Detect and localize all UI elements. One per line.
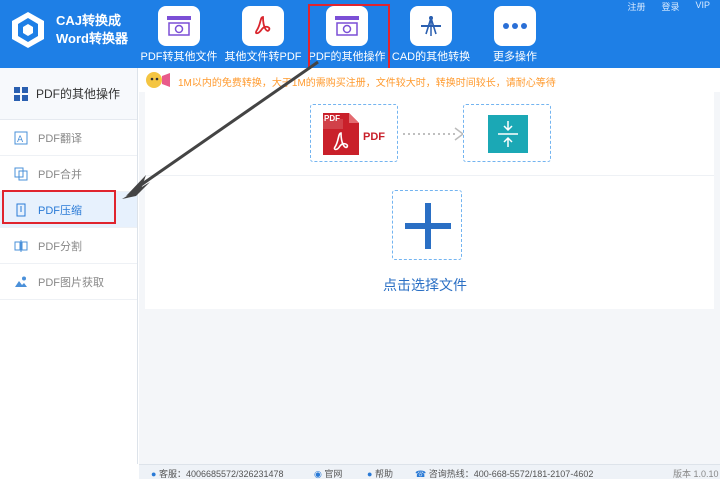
app-title: CAJ转换成 Word转换器 [56, 12, 128, 48]
sidebar-item-split[interactable]: PDF分割 [0, 228, 137, 264]
sidebar-item-image-extract[interactable]: PDF图片获取 [0, 264, 137, 300]
select-file-label[interactable]: 点击选择文件 [383, 275, 467, 295]
help-text: 帮助 [374, 469, 393, 479]
sidebar-item-label: PDF合并 [38, 168, 82, 181]
operation-panel: PDF PDF 点击选择文件 [145, 92, 714, 309]
compress-icon [488, 115, 528, 153]
app-logo-icon [12, 12, 44, 48]
sidebar: PDF的其他操作 A PDF翻译 PDF合并 PDF压缩 PDF分割 PDF图片… [0, 68, 138, 464]
app-title-line1: CAJ转换成 [56, 13, 122, 28]
sidebar-header: PDF的其他操作 [0, 68, 137, 120]
pdf-source-box: PDF PDF [310, 104, 398, 162]
plus-icon [405, 203, 451, 249]
nav-other-to-pdf[interactable]: 其他文件转PDF [222, 0, 304, 68]
hotline-info: ☎ 咨询热线：400-668-5572/181-2107-4602 [415, 467, 593, 479]
notice-bar: 1M以内的免费转换，大于1M的需购买注册，文件较大时，转换时间较长，请耐心等待 [140, 68, 720, 92]
cad-compass-icon [410, 6, 452, 46]
select-file-button[interactable] [392, 190, 462, 260]
register-link[interactable]: 注册 [627, 0, 645, 13]
sidebar-highlight-frame [2, 190, 116, 224]
pdf-settings-icon [158, 6, 200, 46]
version-label: 版本 1.0.10 [673, 469, 719, 479]
nav-label: 其他文件转PDF [224, 51, 302, 63]
service-icon: ● [151, 469, 157, 479]
globe-icon: ◉ [314, 469, 322, 479]
nav-pdf-to-other[interactable]: PDF转其他文件 [138, 0, 220, 68]
image-extract-icon [15, 276, 27, 287]
status-bar: ● 客服：4006685572/326231478 ◉ 官网 ● 帮助 ☎ 咨询… [139, 464, 720, 479]
nav-highlight-frame [308, 4, 390, 70]
sidebar-item-label: PDF图片获取 [38, 276, 104, 289]
service-text: 客服：4006685572/326231478 [158, 469, 284, 479]
svg-text:A: A [17, 135, 24, 145]
login-link[interactable]: 登录 [661, 0, 679, 13]
website-text: 官网 [324, 469, 343, 479]
translate-icon: A [14, 131, 28, 145]
top-links: 注册 登录 VIP [627, 0, 710, 13]
notice-text: 1M以内的免费转换，大于1M的需购买注册，文件较大时，转换时间较长，请耐心等待 [178, 78, 556, 89]
sidebar-item-translate[interactable]: A PDF翻译 [0, 120, 137, 156]
nav-label: PDF转其他文件 [140, 51, 218, 63]
merge-icon [14, 167, 28, 180]
nav-label: 更多操作 [493, 51, 537, 63]
compress-target-box [463, 104, 551, 162]
app-title-line2: Word转换器 [56, 31, 128, 46]
nav-more[interactable]: 更多操作 [474, 0, 556, 68]
mascot-icon [146, 72, 170, 88]
sidebar-item-merge[interactable]: PDF合并 [0, 156, 137, 192]
service-info: ● 客服：4006685572/326231478 [151, 467, 284, 479]
panel-divider [145, 175, 714, 176]
website-link[interactable]: ◉ 官网 [314, 467, 342, 479]
sidebar-item-label: PDF翻译 [38, 132, 82, 145]
sidebar-header-label: PDF的其他操作 [36, 87, 121, 101]
acrobat-icon [242, 6, 284, 46]
sidebar-item-label: PDF分割 [38, 240, 82, 253]
pdf-file-badge: PDF [324, 114, 340, 123]
nav-label: CAD的其他转换 [391, 51, 471, 63]
hotline-text: 咨询热线：400-668-5572/181-2107-4602 [428, 469, 594, 479]
split-icon [14, 239, 28, 252]
nav-cad-other[interactable]: CAD的其他转换 [390, 0, 472, 68]
main-content: PDF PDF 点击选择文件 [139, 92, 720, 464]
help-icon: ● [367, 469, 373, 479]
pdf-format-label: PDF [363, 131, 385, 143]
vip-link[interactable]: VIP [695, 0, 710, 13]
help-link[interactable]: ● 帮助 [367, 467, 393, 479]
more-dots-icon [494, 6, 536, 46]
arrow-right-icon [403, 127, 465, 141]
phone-icon: ☎ [415, 469, 427, 479]
grid-icon [14, 86, 28, 101]
